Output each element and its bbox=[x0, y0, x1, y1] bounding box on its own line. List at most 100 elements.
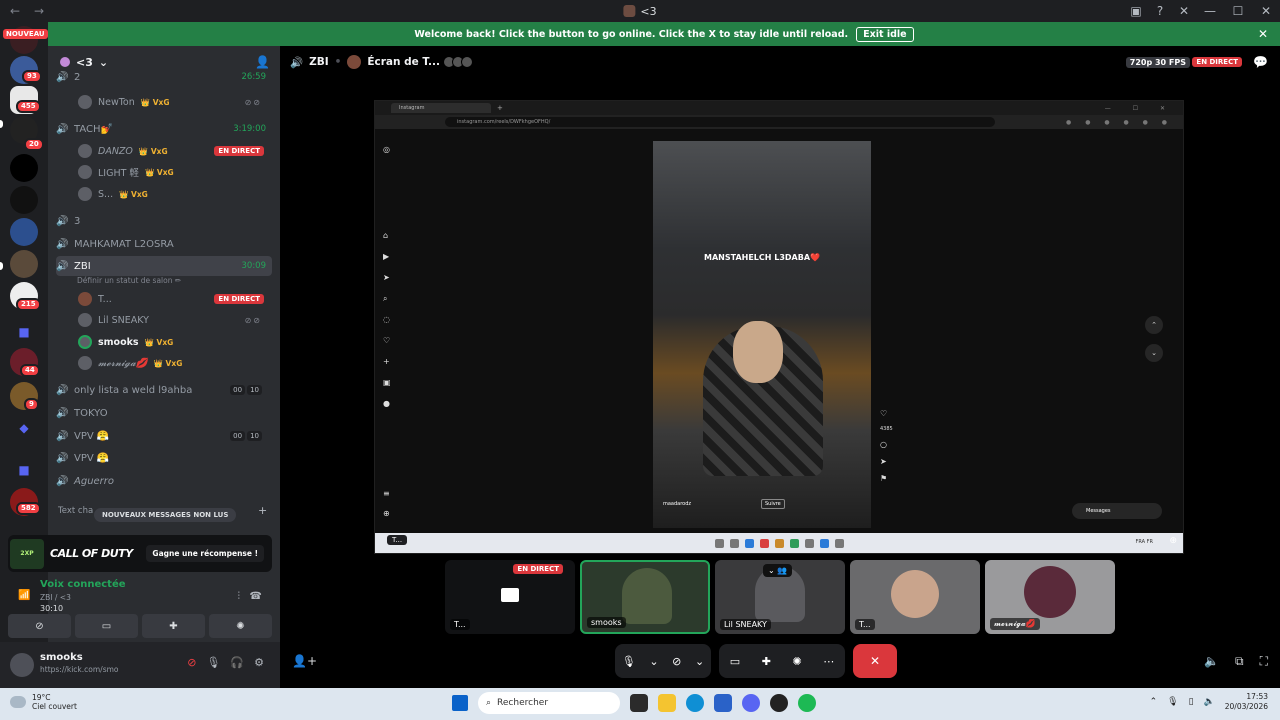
voice-user[interactable]: NewTon 👑 VxG ⊘⊘ bbox=[78, 92, 268, 112]
start-icon[interactable] bbox=[452, 695, 468, 711]
avatar[interactable] bbox=[10, 653, 34, 677]
participant-name: Lil SNEAKY bbox=[720, 619, 771, 630]
voice-channel[interactable]: 🔊 only lista a weld l9ahba 00 10 bbox=[56, 380, 272, 400]
steam-icon[interactable] bbox=[770, 694, 788, 712]
create-icon: + bbox=[383, 357, 390, 366]
noise-suppression-icon[interactable]: ⫶ bbox=[238, 591, 241, 602]
discord-icon[interactable] bbox=[742, 694, 760, 712]
microphone-icon[interactable]: 🎙 bbox=[1167, 697, 1178, 707]
minimize-button[interactable]: — bbox=[1196, 4, 1224, 18]
zoom-icon[interactable]: ⊕ bbox=[1169, 536, 1177, 546]
weather-widget[interactable]: 19°C Ciel couvert bbox=[10, 693, 77, 711]
signal-icon[interactable]: 📶 bbox=[18, 590, 30, 601]
inbox-icon[interactable]: ▣ bbox=[1124, 4, 1148, 18]
disconnect-button[interactable]: ✕ bbox=[853, 644, 897, 678]
chat-icon[interactable]: 💬 bbox=[1253, 55, 1268, 69]
user-name[interactable]: smooks bbox=[40, 652, 83, 663]
screen-share-icon[interactable]: ▭ bbox=[730, 655, 740, 668]
chevron-up-icon[interactable]: ⌃ bbox=[1150, 697, 1158, 707]
activities-icon[interactable]: ✚ bbox=[762, 655, 771, 668]
close-banner-icon[interactable]: ✕ bbox=[1258, 27, 1268, 41]
camera-off-icon[interactable]: ⊘ bbox=[672, 655, 681, 668]
disconnect-icon[interactable]: ☎ bbox=[250, 591, 262, 602]
edge-icon[interactable] bbox=[686, 694, 704, 712]
microphone-icon[interactable]: 🎙 bbox=[206, 656, 220, 669]
voice-user[interactable]: LIGHT 軽 👑 VxG bbox=[78, 162, 268, 182]
chevron-down-icon[interactable]: ⌄ bbox=[695, 655, 704, 668]
voice-user[interactable]: 𝓶𝓮𝓻𝓷𝓲𝓰𝓪💋 👑 VxG bbox=[78, 353, 268, 373]
volume-icon[interactable]: 🔈 bbox=[1204, 697, 1215, 707]
folder-icon[interactable]: ■ bbox=[10, 318, 38, 346]
voice-channel[interactable]: 🔊 MAHKAMAT L2OSRA bbox=[56, 234, 272, 254]
voice-channel[interactable]: 🔊 2 26:59 bbox=[56, 70, 272, 84]
chevron-down-icon[interactable]: ⌄ bbox=[649, 655, 658, 668]
server-icon[interactable] bbox=[10, 218, 38, 246]
network-icon[interactable]: ▯ bbox=[1189, 697, 1194, 707]
server-icon[interactable] bbox=[10, 186, 38, 214]
more-icon[interactable]: ⋯ bbox=[823, 655, 834, 668]
temperature: 19°C bbox=[32, 693, 51, 702]
microphone-icon[interactable]: 🎙 bbox=[622, 655, 636, 668]
tile-menu[interactable]: ⌄ 👥 bbox=[763, 564, 793, 577]
server-icon[interactable] bbox=[10, 250, 38, 278]
headphones-icon[interactable]: 🎧 bbox=[230, 656, 244, 669]
camera-off-button[interactable]: ⊘ bbox=[8, 614, 71, 638]
spotify-icon[interactable] bbox=[798, 694, 816, 712]
screen-share-button[interactable]: ▭ bbox=[75, 614, 138, 638]
voice-channel-path[interactable]: ZBI / <3 bbox=[40, 593, 71, 602]
soundboard-button[interactable]: ✺ bbox=[209, 614, 272, 638]
forward-icon[interactable]: → bbox=[34, 4, 44, 18]
activities-button[interactable]: ✚ bbox=[142, 614, 205, 638]
voice-channel[interactable]: 🔊 VPV 😤 bbox=[56, 448, 272, 468]
voice-channel-active[interactable]: 🔊 ZBI 30:09 bbox=[56, 256, 272, 276]
clock[interactable]: 17:53 20/03/2026 bbox=[1225, 692, 1268, 712]
participant-tile-speaking[interactable]: smooks bbox=[580, 560, 710, 634]
participant-tile[interactable]: T... bbox=[850, 560, 980, 634]
maximize-button[interactable]: ☐ bbox=[1224, 4, 1252, 18]
gear-icon[interactable]: ⚙ bbox=[254, 656, 264, 669]
folder-icon[interactable]: ■ bbox=[10, 456, 38, 484]
voice-user[interactable]: S... 👑 VxG bbox=[78, 184, 268, 204]
back-icon[interactable]: ← bbox=[10, 4, 20, 18]
server-icon[interactable]: ◆ bbox=[10, 414, 38, 442]
voice-channel[interactable]: 🔊 TACH💅 3:19:00 bbox=[56, 119, 272, 139]
new-messages-pill[interactable]: NOUVEAUX MESSAGES NON LUS bbox=[94, 508, 237, 522]
server-icon[interactable] bbox=[10, 154, 38, 182]
category-label[interactable]: Text cha bbox=[58, 506, 93, 516]
invite-icon[interactable]: 👤 bbox=[255, 55, 270, 69]
voice-channel[interactable]: 🔊 3 bbox=[56, 211, 272, 231]
file-explorer-icon[interactable] bbox=[658, 694, 676, 712]
add-channel-icon[interactable]: + bbox=[258, 504, 267, 517]
voice-channel[interactable]: 🔊 TOKYO bbox=[56, 403, 272, 423]
fullscreen-icon[interactable]: ⛶ bbox=[1260, 654, 1268, 669]
add-participant-icon[interactable]: 👤+ bbox=[292, 654, 317, 668]
voice-user[interactable]: DANZO 👑 VxG EN DIRECT bbox=[78, 141, 268, 161]
store-icon[interactable] bbox=[714, 694, 732, 712]
voice-channel[interactable]: 🔊 VPV 😤 00 10 bbox=[56, 426, 272, 446]
voice-user[interactable]: Lil SNEAKY ⊘⊘ bbox=[78, 310, 268, 330]
custom-status: https://kick.com/smo bbox=[40, 665, 119, 674]
claim-reward-button[interactable]: Gagne une récompense ! bbox=[146, 545, 264, 562]
exit-idle-button[interactable]: Exit idle bbox=[856, 26, 914, 42]
search-box[interactable]: ⌕ Rechercher bbox=[478, 692, 620, 714]
participant-tile[interactable]: ⌄ 👥 Lil SNEAKY bbox=[715, 560, 845, 634]
voice-user[interactable]: T... EN DIRECT bbox=[78, 289, 268, 309]
voice-channel[interactable]: 🔊 Aguerro bbox=[56, 471, 272, 491]
tools-icon[interactable]: ✕ bbox=[1172, 4, 1196, 18]
popout-icon[interactable]: ⧉ bbox=[1235, 654, 1244, 669]
volume-icon[interactable]: 🔈 bbox=[1204, 654, 1219, 669]
stream-off-icon[interactable]: ⊘ bbox=[187, 656, 196, 669]
participant-tile[interactable]: 𝓶𝓮𝓻𝓷𝓲𝓰𝓪💋 bbox=[985, 560, 1115, 634]
participant-tile[interactable]: EN DIRECT T... bbox=[445, 560, 575, 634]
channel-status[interactable]: Définir un statut de salon ✏ bbox=[77, 276, 181, 285]
voice-user[interactable]: smooks 👑 VxG bbox=[78, 332, 268, 352]
task-view-icon[interactable] bbox=[630, 694, 648, 712]
screen-share-view[interactable]: Instagram + — ☐ ✕ instagram.com/reels/DW… bbox=[374, 100, 1184, 554]
soundboard-icon[interactable]: ✺ bbox=[792, 655, 801, 668]
promo-card[interactable]: 2XP CALL OF DUTY Gagne une récompense ! bbox=[8, 535, 272, 572]
viewer-avatars[interactable] bbox=[442, 56, 473, 68]
voice-status[interactable]: Voix connectée bbox=[40, 579, 126, 590]
avatar bbox=[78, 95, 92, 109]
help-icon[interactable]: ? bbox=[1148, 4, 1172, 18]
close-window-button[interactable]: ✕ bbox=[1252, 4, 1280, 18]
